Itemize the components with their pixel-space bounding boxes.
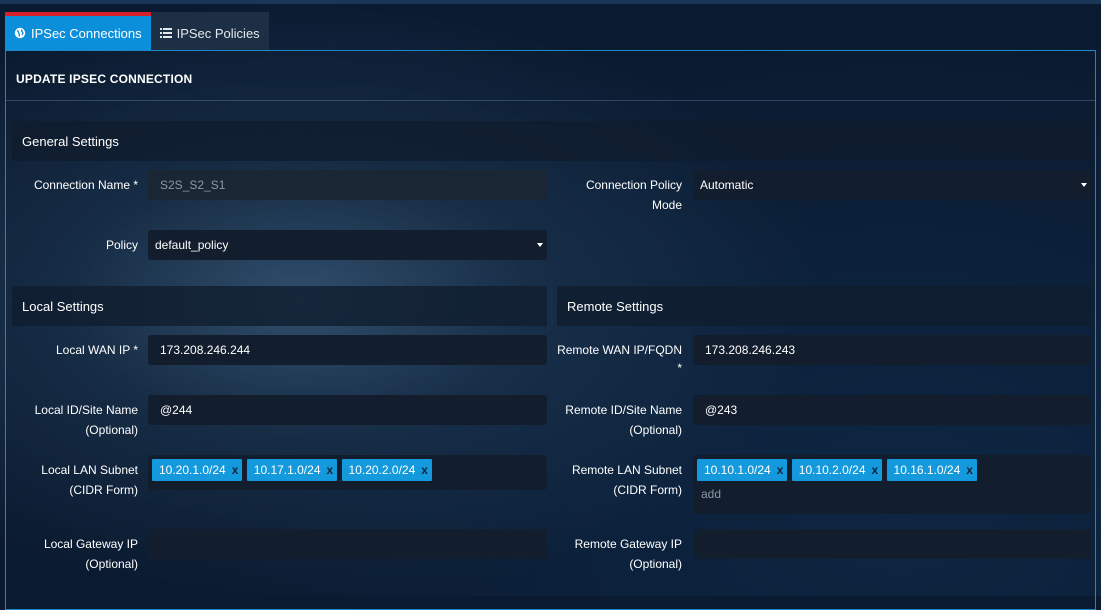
section-heading: Local Settings [22,298,104,314]
subnet-tag: 10.10.2.0/24 x [791,459,883,481]
policy-label: Policy [105,238,138,252]
remote-gateway-ip-label: Remote Gateway IP (Optional) [546,534,682,574]
subnet-tag: 10.17.1.0/24 x [246,459,338,481]
policy-select[interactable]: default_policy [148,230,547,260]
divider [6,100,1095,101]
remote-wan-ip-input[interactable]: 173.208.246.243 [693,335,1091,365]
label-line: Local Gateway IP [43,537,138,551]
remove-tag-icon[interactable]: x [327,463,334,477]
local-lan-subnet-tags-input[interactable]: 10.20.1.0/24 x 10.17.1.0/24 x 10.20.2.0/24… [148,455,547,490]
remote-lan-subnet-tags-input[interactable]: 10.10.1.0/24 x 10.10.2.0/24 x 10.16.1.0/24… [693,455,1091,514]
label-line: (Optional) [629,557,682,571]
label-line: (CIDR Form) [613,483,682,497]
connection-name-value: S2S_S2_S1 [160,178,226,192]
label-line: Connection Policy [585,178,682,192]
label-line: Remote ID/Site Name [565,403,682,417]
connection-name-input[interactable]: S2S_S2_S1 [148,170,547,200]
input-value: 173.208.246.244 [160,343,251,357]
local-lan-subnet-label: Local LAN Subnet (CIDR Form) [6,460,138,500]
subnet-tag: 10.10.1.0/24 x [697,459,788,481]
remove-tag-icon[interactable]: x [232,463,239,477]
remote-id-site-name-label: Remote ID/Site Name (Optional) [546,400,682,440]
add-tag-input[interactable]: add [697,487,1087,501]
local-gateway-ip-input[interactable] [148,529,547,559]
remove-tag-icon[interactable]: x [777,463,784,477]
local-id-site-name-label: Local ID/Site Name (Optional) [6,400,138,440]
label-line: Mode [651,198,682,212]
tab-label: IPSec Policies [176,25,260,41]
tag-label: 10.10.2.0/24 [798,463,866,477]
selected-value: Automatic [700,178,754,192]
label-line: (Optional) [85,557,138,571]
top-border [0,0,1101,4]
globe-icon [14,27,26,39]
list-icon [159,28,172,38]
selected-value: default_policy [155,238,229,252]
tab-ipsec-policies[interactable]: IPSec Policies [150,12,269,50]
label-line: Remote Gateway IP [574,537,682,551]
remote-id-site-name-input[interactable]: @243 [693,395,1091,425]
section-local-settings: Local Settings [12,286,547,326]
input-value: @244 [160,403,193,417]
remote-lan-subnet-label: Remote LAN Subnet (CIDR Form) [546,460,682,500]
input-value: @243 [705,403,738,417]
panel-title: UPDATE IPSEC CONNECTION [16,72,193,86]
remote-wan-ip-label: Remote WAN IP/FQDN * [546,340,682,376]
label-line: Local ID/Site Name [34,403,138,417]
label-line: (CIDR Form) [69,483,138,497]
subnet-tag: 10.16.1.0/24 x [886,459,977,481]
label-line: (Optional) [629,423,682,437]
label-line: * [677,361,682,375]
tag-label: 10.20.2.0/24 [348,463,416,477]
section-general-settings: General Settings [12,121,1091,161]
chevron-down-icon [537,243,543,247]
section-heading: General Settings [22,133,119,149]
section-remote-settings: Remote Settings [557,286,1091,326]
local-wan-ip-input[interactable]: 173.208.246.244 [148,335,547,365]
label-line: Remote WAN IP/FQDN [557,343,682,357]
tag-label: 10.16.1.0/24 [893,463,961,477]
local-id-site-name-input[interactable]: @244 [148,395,547,425]
section-heading: Remote Settings [567,298,664,314]
label-line: (Optional) [85,423,138,437]
label-line: Local LAN Subnet [41,463,138,477]
remote-gateway-ip-input[interactable] [693,529,1091,559]
local-gateway-ip-label: Local Gateway IP (Optional) [6,534,138,574]
tab-bar: IPSec Connections IPSec Policies [5,12,269,50]
tab-label: IPSec Connections [31,25,142,41]
subnet-tag: 10.20.1.0/24 x [152,459,243,481]
tag-label: 10.20.1.0/24 [159,463,226,477]
remove-tag-icon[interactable]: x [966,463,973,477]
connection-name-label: Connection Name * [33,178,138,192]
connection-policy-mode-label: Connection Policy Mode [556,175,682,215]
local-wan-ip-label: Local WAN IP * [55,343,138,357]
update-connection-panel: UPDATE IPSEC CONNECTION General Settings… [5,50,1096,610]
chevron-down-icon [1081,183,1087,187]
remove-tag-icon[interactable]: x [421,463,428,477]
input-value: 173.208.246.243 [705,343,796,357]
tab-ipsec-connections[interactable]: IPSec Connections [5,12,151,50]
remove-tag-icon[interactable]: x [872,463,879,477]
label-line: Remote LAN Subnet [571,463,682,477]
subnet-tag: 10.20.2.0/24 x [341,459,432,481]
tag-label: 10.10.1.0/24 [704,463,771,477]
connection-policy-mode-select[interactable]: Automatic [693,170,1091,200]
tag-label: 10.17.1.0/24 [253,463,321,477]
